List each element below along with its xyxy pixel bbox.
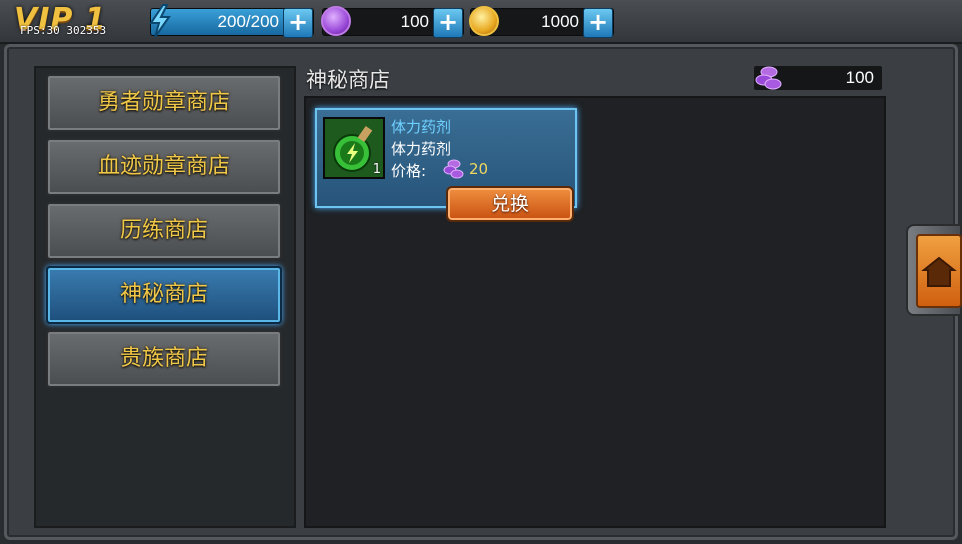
home-icon: [921, 256, 957, 287]
item-slot: 1: [323, 117, 385, 179]
tab-training-shop[interactable]: 历练商店: [46, 202, 282, 260]
energy-bar: 200/200 +: [149, 4, 314, 38]
shop-currency-balance: 100: [754, 66, 882, 90]
add-energy-button[interactable]: +: [283, 8, 313, 38]
purple-coins-icon: [755, 66, 782, 90]
tab-blood-medal-shop[interactable]: 血迹勋章商店: [46, 138, 282, 196]
fps-counter: FPS:30 302353: [20, 24, 107, 37]
tab-hero-medal-shop[interactable]: 勇者勋章商店: [46, 74, 282, 132]
exchange-button[interactable]: 兑换: [446, 186, 574, 222]
gold-coin-icon: [469, 6, 499, 36]
item-price: 20: [469, 160, 489, 178]
home-button[interactable]: [906, 224, 962, 316]
home-button-face: [916, 234, 962, 308]
item-description: 体力药剂: [391, 140, 452, 158]
gold-bar: 1000 +: [469, 6, 614, 38]
shop-balance-value: 100: [845, 68, 874, 87]
price-label: 价格:: [391, 162, 427, 180]
energy-value: 200/200: [217, 12, 279, 31]
add-gems-button[interactable]: +: [433, 8, 463, 38]
gem-bar: 100 +: [321, 6, 464, 38]
tab-noble-shop[interactable]: 贵族商店: [46, 330, 282, 388]
lightning-icon: [149, 4, 171, 38]
purple-coins-icon: [443, 159, 464, 179]
gold-value: 1000: [541, 12, 579, 31]
gem-value: 100: [400, 12, 429, 31]
top-resource-bar: VIP 1 FPS:30 302353 200/200 + 100 + 1000…: [0, 0, 962, 44]
item-name: 体力药剂: [391, 118, 452, 136]
page-title: 神秘商店: [306, 68, 390, 92]
item-quantity: 1: [372, 162, 381, 177]
add-gold-button[interactable]: +: [583, 8, 613, 38]
tab-mystery-shop[interactable]: 神秘商店: [46, 266, 282, 324]
gem-icon: [321, 6, 351, 36]
